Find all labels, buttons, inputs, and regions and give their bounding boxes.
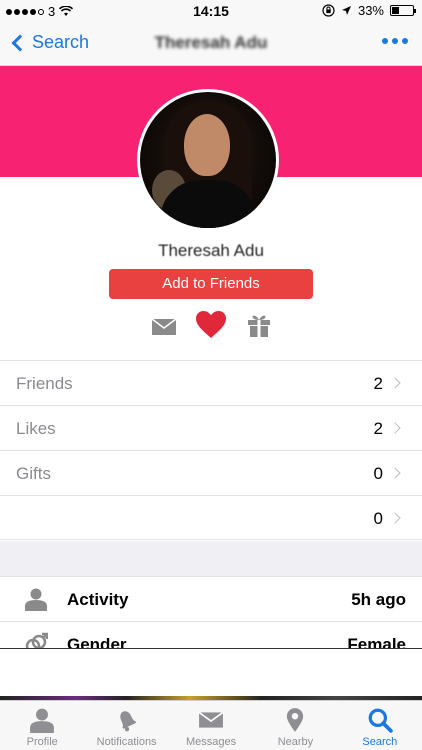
battery-icon [390,5,416,16]
location-pin-icon [287,708,304,732]
bell-icon [119,711,136,732]
detail-row-activity: Activity 5h ago [0,577,422,622]
location-arrow-icon [341,6,351,15]
envelope-icon [198,711,224,728]
tab-label: Messages [185,736,237,748]
detail-row-gender-clip: Gender Female [0,622,422,648]
mail-icon[interactable] [152,319,176,335]
profile-name: Theresah Adu [0,241,422,259]
stat-row-likes[interactable]: Likes 2 [0,405,422,450]
tab-label: Search [362,736,398,748]
tab-nearby[interactable]: Nearby [253,701,337,750]
tab-messages[interactable]: Messages [169,701,253,750]
heart-icon[interactable] [196,311,226,339]
profile-actions [0,311,422,339]
chevron-right-icon [389,512,401,524]
more-options-button[interactable] [382,38,408,44]
gender-icon [25,632,48,648]
search-icon [368,708,393,733]
tab-profile[interactable]: Profile [0,701,84,750]
profile-photo [140,92,276,228]
add-to-friends-button[interactable]: Add to Friends [109,269,313,299]
chevron-right-icon [389,422,401,434]
detail-row-gender: Gender Female [0,622,422,648]
tab-label: Profile [26,736,58,748]
battery-percent: 33% [357,3,384,18]
details-list: Activity 5h ago [0,577,422,622]
detail-value: Female [347,635,406,648]
tab-bar: Profile Notifications Messages Nearby Se… [0,700,422,750]
profile-name-text: Theresah Adu [158,241,264,259]
tab-notifications[interactable]: Notifications [84,701,168,750]
page-title: Theresah Adu [154,33,268,52]
detail-label: Activity [67,590,129,609]
stats-list: Friends 2 Likes 2 Gifts 0 0 [0,360,422,540]
stat-value: 2 [373,374,383,393]
chevron-right-icon [389,377,401,389]
avatar[interactable] [137,89,279,231]
person-icon [25,588,47,611]
status-bar: 3 14:15 33% [0,0,422,22]
stat-label: Friends [16,374,73,393]
chevron-right-icon [389,467,401,479]
orientation-lock-icon [322,4,335,17]
stat-label: Likes [16,419,56,438]
stat-row-unlabeled[interactable]: 0 [0,495,422,540]
detail-label: Gender [67,635,127,648]
gift-icon[interactable] [247,313,271,337]
stat-row-friends[interactable]: Friends 2 [0,360,422,405]
stat-value: 2 [373,419,383,438]
stat-row-gifts[interactable]: Gifts 0 [0,450,422,495]
stat-value: 0 [373,464,383,483]
tab-label: Nearby [277,736,314,748]
navigation-bar: Search Theresah Adu [0,22,422,66]
detail-value: 5h ago [351,590,406,609]
stat-value: 0 [373,509,383,528]
content-overlay [0,648,422,698]
stat-label: Gifts [16,464,51,483]
tab-label: Notifications [96,736,157,748]
section-separator [0,541,422,577]
tab-search[interactable]: Search [338,701,422,750]
person-icon [30,708,55,733]
more-dots-icon [382,38,388,44]
status-right: 33% [322,3,416,18]
